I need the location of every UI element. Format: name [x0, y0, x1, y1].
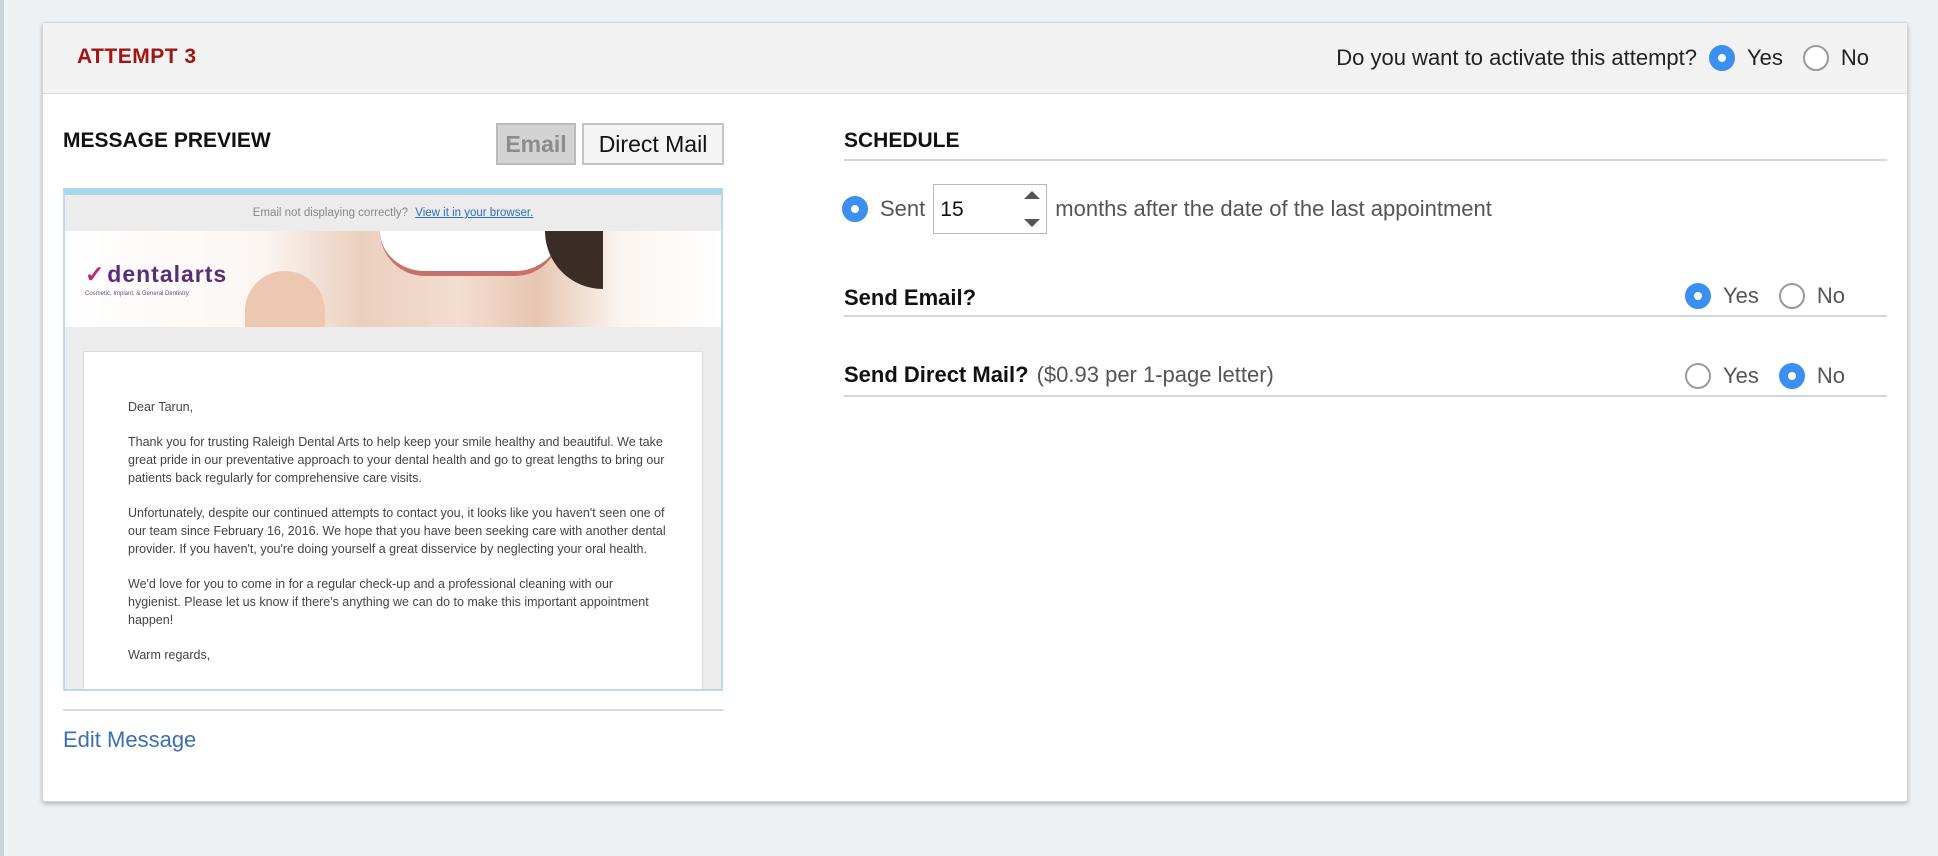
- send-direct-mail-no-radio[interactable]: [1778, 363, 1805, 389]
- email-banner-image: ✓dentalarts Cosmetic, Implant, & General…: [65, 231, 721, 327]
- months-suffix: months after the date of the last appoin…: [1055, 196, 1492, 221]
- attempt-card: ATTEMPT 3 Do you want to activate this a…: [42, 22, 1908, 802]
- edit-message-link[interactable]: Edit Message: [63, 727, 196, 753]
- activate-question: Do you want to activate this attempt?: [1336, 45, 1697, 70]
- sent-label: Sent: [880, 196, 926, 221]
- smile-image: [380, 231, 560, 276]
- email-body: Dear Tarun, Thank you for trusting Ralei…: [83, 351, 703, 689]
- send-email-no-label: No: [1816, 283, 1845, 308]
- send-email-options: Yes No: [1684, 283, 1845, 309]
- sent-radio[interactable]: [842, 196, 868, 222]
- send-direct-mail-label: Send Direct Mail? ($0.93 per 1-page lette…: [844, 362, 1274, 388]
- send-direct-mail-yes-option[interactable]: Yes: [1684, 363, 1759, 389]
- months-value[interactable]: 15: [940, 198, 963, 222]
- email-paragraph-3: We'd love for you to come in for a regul…: [128, 577, 649, 627]
- email-paragraph-1: Thank you for trusting Raleigh Dental Ar…: [128, 435, 665, 485]
- hair-image: [545, 231, 603, 289]
- email-notice-text: Email not displaying correctly?: [252, 207, 409, 219]
- tab-email[interactable]: Email: [496, 123, 576, 165]
- months-stepper[interactable]: 15: [933, 184, 1048, 234]
- view-in-browser-link[interactable]: View it in your browser.: [415, 207, 533, 219]
- send-email-no-option[interactable]: No: [1778, 283, 1845, 309]
- decrement-arrow-icon[interactable]: [1024, 219, 1041, 227]
- direct-mail-price-note: ($0.93 per 1-page letter): [1036, 362, 1274, 387]
- activate-no-radio[interactable]: [1802, 45, 1829, 71]
- send-email-yes-label: Yes: [1722, 283, 1759, 308]
- email-text: Dear Tarun, Thank you for trusting Ralei…: [128, 398, 668, 681]
- logo-tagline: Cosmetic, Implant, & General Dentistry: [85, 291, 189, 297]
- sent-row: Sent 15 months after the date of the las…: [842, 183, 1492, 235]
- activate-no-label: No: [1840, 45, 1869, 70]
- hand-image: [245, 271, 325, 327]
- send-email-yes-radio[interactable]: [1684, 283, 1711, 309]
- logo-check-icon: ✓: [85, 261, 106, 287]
- email-notice: Email not displaying correctly? View it …: [65, 207, 721, 219]
- send-direct-mail-no-label: No: [1816, 363, 1845, 388]
- schedule-divider: [844, 159, 1887, 161]
- send-direct-mail-text: Send Direct Mail?: [844, 362, 1029, 387]
- activate-yes-option[interactable]: Yes: [1708, 45, 1783, 71]
- message-preview-title: MESSAGE PREVIEW: [63, 129, 271, 152]
- attempt-header: ATTEMPT 3 Do you want to activate this a…: [43, 23, 1907, 94]
- activate-yes-label: Yes: [1746, 45, 1783, 70]
- tab-direct-mail[interactable]: Direct Mail: [582, 123, 724, 165]
- email-paragraph-2: Unfortunately, despite our continued att…: [128, 506, 666, 556]
- increment-arrow-icon[interactable]: [1024, 191, 1041, 199]
- left-rail: [0, 0, 4, 856]
- send-email-divider: [844, 315, 1887, 317]
- send-direct-mail-options: Yes No: [1684, 363, 1845, 389]
- activate-attempt-group: Do you want to activate this attempt? Ye…: [1336, 45, 1869, 71]
- send-direct-mail-yes-radio[interactable]: [1684, 363, 1711, 389]
- attempt-title: ATTEMPT 3: [77, 45, 197, 68]
- send-direct-mail-yes-label: Yes: [1722, 363, 1759, 388]
- email-preview-frame[interactable]: Email not displaying correctly? View it …: [63, 188, 723, 691]
- send-direct-mail-divider: [844, 395, 1887, 397]
- send-direct-mail-no-option[interactable]: No: [1778, 363, 1845, 389]
- email-closing: Warm regards,: [128, 648, 211, 662]
- send-email-no-radio[interactable]: [1778, 283, 1805, 309]
- schedule-title: SCHEDULE: [844, 129, 960, 152]
- activate-yes-radio[interactable]: [1708, 45, 1735, 71]
- send-email-yes-option[interactable]: Yes: [1684, 283, 1759, 309]
- activate-no-option[interactable]: No: [1802, 45, 1869, 71]
- send-email-label: Send Email?: [844, 285, 977, 310]
- preview-divider: [63, 709, 723, 711]
- email-greeting: Dear Tarun,: [128, 400, 194, 414]
- dental-arts-logo: ✓dentalarts: [85, 261, 228, 287]
